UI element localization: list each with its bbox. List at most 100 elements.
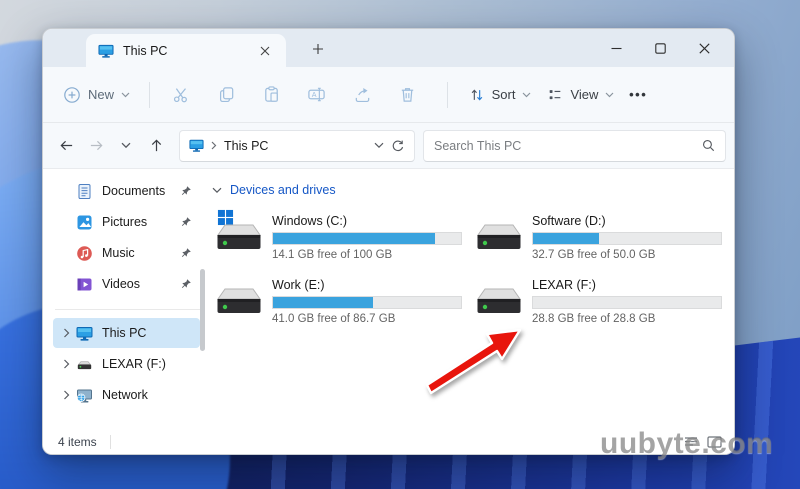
search-input[interactable] xyxy=(434,138,702,153)
maximize-icon xyxy=(654,42,666,54)
pin-icon xyxy=(181,279,191,289)
this-pc-icon xyxy=(76,326,93,341)
pictures-icon xyxy=(77,215,92,229)
circle-plus-icon xyxy=(64,86,80,103)
documents-icon xyxy=(78,183,91,199)
view-icon xyxy=(550,89,561,99)
arrow-right-icon xyxy=(90,140,103,151)
sidebar-scrollbar[interactable] xyxy=(200,269,205,351)
drive-usage-bar xyxy=(532,296,722,309)
forward-button[interactable] xyxy=(81,131,111,161)
sidebar-item-network[interactable]: Network xyxy=(53,380,200,410)
chevron-down-icon[interactable] xyxy=(374,142,384,149)
close-icon xyxy=(698,42,710,54)
drive-icon xyxy=(476,273,522,323)
sidebar-item-this-pc[interactable]: This PC xyxy=(53,318,200,348)
sidebar-item-label: LEXAR (F:) xyxy=(102,357,166,371)
breadcrumb[interactable]: This PC xyxy=(224,139,268,153)
view-button-label: View xyxy=(570,87,599,102)
drive-name: Windows (C:) xyxy=(272,214,348,228)
sidebar-item-label: Pictures xyxy=(102,215,148,229)
sidebar-item-label: Documents xyxy=(102,184,166,198)
toolbar-divider xyxy=(149,81,150,108)
pin-icon xyxy=(181,217,191,227)
drive-tile-lexar-f[interactable]: LEXAR (F:) 28.8 GB free of 28.8 GB xyxy=(476,273,736,329)
pin-icon xyxy=(181,186,191,196)
section-header-label: Devices and drives xyxy=(230,183,336,197)
address-bar[interactable]: This PC xyxy=(179,129,415,162)
drive-free-space: 14.1 GB free of 100 GB xyxy=(272,249,393,261)
tab-close-button[interactable] xyxy=(254,40,276,62)
sort-icon xyxy=(471,89,482,100)
chevron-down-icon xyxy=(523,92,531,97)
tab-this-pc[interactable]: This PC xyxy=(86,34,286,67)
recent-locations-button[interactable] xyxy=(111,131,141,161)
sidebar-item-videos[interactable]: Videos xyxy=(53,269,200,299)
chevron-down-icon[interactable] xyxy=(212,187,222,194)
sidebar-item-pictures[interactable]: Pictures xyxy=(53,207,200,237)
share-button[interactable] xyxy=(343,78,380,112)
hard-drive-icon xyxy=(477,224,521,249)
view-button[interactable]: View xyxy=(539,83,622,107)
pin-icon xyxy=(181,248,191,258)
thumbnail-view-icon[interactable] xyxy=(707,435,722,448)
statusbar-divider xyxy=(109,434,111,449)
chevron-right-icon[interactable] xyxy=(63,328,70,338)
copy-button[interactable] xyxy=(208,78,245,112)
close-button[interactable] xyxy=(682,29,726,67)
sidebar-item-lexar[interactable]: LEXAR (F:) xyxy=(53,349,200,379)
tab-title: This PC xyxy=(123,43,168,58)
refresh-icon[interactable] xyxy=(391,139,405,153)
delete-button[interactable] xyxy=(389,78,426,112)
cut-icon xyxy=(173,88,187,103)
chevron-right-icon[interactable] xyxy=(63,390,70,400)
back-button[interactable] xyxy=(51,131,81,161)
share-icon xyxy=(355,88,369,103)
minimize-button[interactable] xyxy=(594,29,638,67)
svg-text:A: A xyxy=(312,91,317,99)
chevron-right-icon xyxy=(211,141,217,150)
sort-button[interactable]: Sort xyxy=(461,83,540,107)
drive-tile-windows-c[interactable]: Windows (C:) 14.1 GB free of 100 GB xyxy=(216,209,476,265)
maximize-button[interactable] xyxy=(638,29,682,67)
chevron-down-icon xyxy=(605,92,614,97)
search-icon xyxy=(702,139,715,152)
chevron-right-icon[interactable] xyxy=(63,359,70,369)
paste-icon xyxy=(265,86,279,102)
drive-free-space: 28.8 GB free of 28.8 GB xyxy=(532,313,656,325)
sidebar-item-label: Videos xyxy=(102,277,140,291)
hard-drive-icon xyxy=(217,224,261,249)
drive-usage-bar xyxy=(532,232,722,245)
drive-tile-software-d[interactable]: Software (D:) 32.7 GB free of 50.0 GB xyxy=(476,209,736,265)
hard-drive-icon xyxy=(217,288,261,313)
drive-tile-work-e[interactable]: Work (E:) 41.0 GB free of 86.7 GB xyxy=(216,273,476,329)
arrow-left-icon xyxy=(59,140,72,151)
arrow-up-icon xyxy=(151,139,161,152)
new-button[interactable]: New xyxy=(57,82,136,108)
drive-icon xyxy=(77,360,92,369)
sidebar-item-label: This PC xyxy=(102,326,147,340)
window-body: Documents Pictures Music Videos This PC … xyxy=(43,169,734,429)
up-button[interactable] xyxy=(141,131,171,161)
rename-button[interactable]: A xyxy=(298,78,335,112)
search-box[interactable] xyxy=(423,129,726,162)
cut-button[interactable] xyxy=(163,78,200,112)
sidebar-item-documents[interactable]: Documents xyxy=(53,176,200,206)
drive-free-space: 32.7 GB free of 50.0 GB xyxy=(532,249,656,261)
drive-icon xyxy=(216,273,262,323)
chevron-down-icon xyxy=(121,142,131,149)
sidebar-item-music[interactable]: Music xyxy=(53,238,200,268)
devices-and-drives-header[interactable]: Devices and drives xyxy=(212,183,736,197)
music-icon xyxy=(77,245,92,261)
details-view-icon[interactable] xyxy=(684,436,698,448)
address-row: This PC xyxy=(43,123,734,169)
drive-icon xyxy=(216,209,262,259)
more-options-button[interactable]: ••• xyxy=(622,80,654,110)
paste-button[interactable] xyxy=(253,78,290,112)
drive-name: LEXAR (F:) xyxy=(532,278,596,292)
videos-icon xyxy=(77,278,92,290)
drive-usage-bar xyxy=(272,232,462,245)
hard-drive-icon xyxy=(477,288,521,313)
sidebar-divider xyxy=(55,309,200,310)
new-tab-button[interactable] xyxy=(305,36,331,62)
